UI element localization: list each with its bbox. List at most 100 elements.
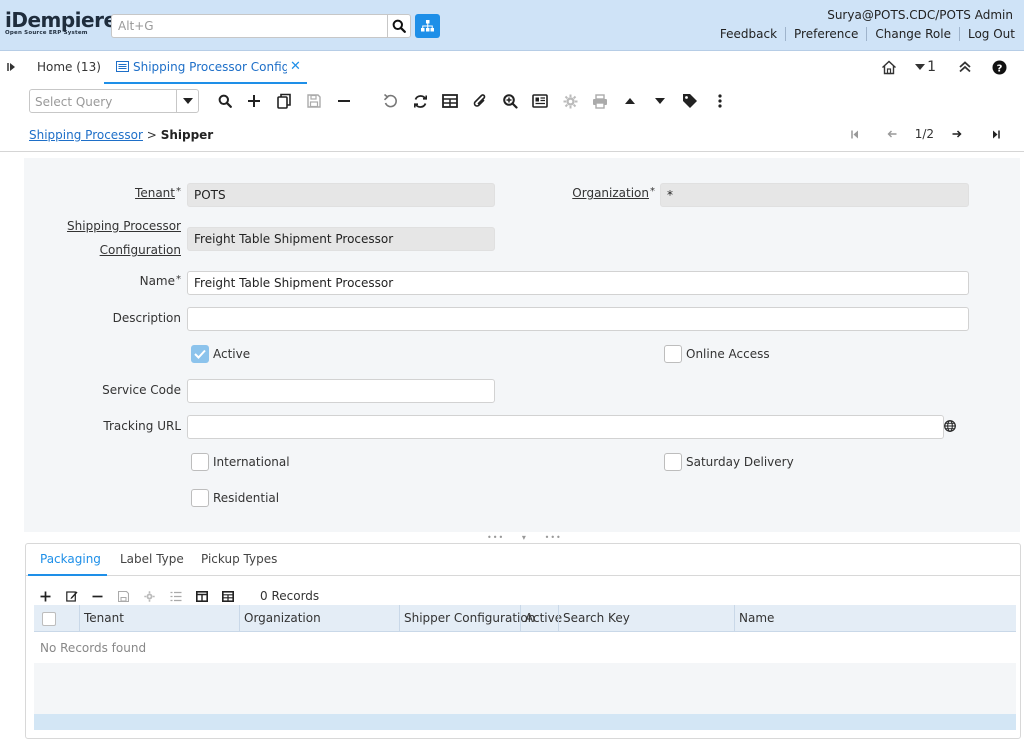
organization-label: Organization*: [572, 186, 655, 200]
sitemap-button[interactable]: [415, 14, 440, 38]
description-field[interactable]: [187, 307, 969, 331]
zoom-in-icon: [502, 93, 518, 109]
search-button[interactable]: [387, 14, 411, 38]
tag-button[interactable]: [680, 91, 700, 111]
previous-record-nav-button[interactable]: [887, 130, 897, 138]
open-url-button[interactable]: [944, 420, 958, 434]
online-access-checkbox[interactable]: [664, 345, 682, 363]
print-button[interactable]: [590, 91, 610, 111]
global-search-input[interactable]: Alt+G: [111, 14, 387, 38]
table-icon: [222, 590, 234, 602]
undo-button[interactable]: [380, 91, 400, 111]
tab-label-type[interactable]: Label Type: [120, 552, 184, 566]
tenant-field[interactable]: POTS: [187, 183, 495, 207]
attachment-button[interactable]: [470, 91, 490, 111]
detail-save-button[interactable]: [118, 590, 144, 602]
plus-icon: [248, 95, 260, 107]
logout-link[interactable]: Log Out: [958, 27, 1015, 41]
column-organization[interactable]: Organization: [239, 605, 399, 632]
process-button[interactable]: [560, 91, 580, 111]
plus-icon: [40, 591, 51, 601]
next-record-nav-button[interactable]: [952, 130, 962, 138]
delete-button[interactable]: [334, 91, 354, 111]
saturday-delivery-label: Saturday Delivery: [686, 455, 794, 469]
breadcrumb-parent-link[interactable]: Shipping Processor: [29, 128, 143, 142]
new-record-button[interactable]: [244, 91, 264, 111]
refresh-button[interactable]: [410, 91, 430, 111]
home-button[interactable]: [881, 60, 897, 75]
expand-west-panel-button[interactable]: [7, 61, 17, 73]
minus-icon: [92, 595, 103, 597]
columns-icon: [196, 590, 208, 602]
previous-record-button[interactable]: [620, 91, 640, 111]
feedback-link[interactable]: Feedback: [712, 27, 785, 41]
tab-home[interactable]: Home (13): [37, 60, 101, 74]
last-record-button[interactable]: [992, 130, 1000, 139]
grid-empty-area: [34, 663, 1016, 714]
change-role-link[interactable]: Change Role: [866, 27, 959, 41]
svg-text:?: ?: [997, 63, 1003, 74]
select-all-checkbox[interactable]: [42, 612, 56, 626]
next-record-button[interactable]: [650, 91, 670, 111]
user-info: Surya@POTS.CDC/POTS Admin: [827, 8, 1013, 22]
find-button[interactable]: [215, 91, 235, 111]
window-icon: [116, 61, 129, 72]
pane-splitter[interactable]: ••• ▾ •••: [487, 533, 562, 542]
name-field[interactable]: Freight Table Shipment Processor: [187, 271, 969, 295]
record-form: [24, 158, 1020, 532]
column-tenant[interactable]: Tenant: [79, 605, 239, 632]
column-active[interactable]: Active: [520, 605, 562, 632]
residential-checkbox[interactable]: [191, 489, 209, 507]
column-search-key[interactable]: Search Key: [558, 605, 734, 632]
more-actions-button[interactable]: [710, 91, 730, 111]
active-checkbox[interactable]: [191, 345, 209, 363]
arrow-right-icon: [952, 130, 962, 138]
detail-toggle-form-button[interactable]: [196, 590, 222, 602]
collapse-header-button[interactable]: [958, 61, 972, 73]
tab-shipping-processor[interactable]: Shipping Processor Configur... ✕: [104, 51, 307, 84]
grid-toggle-button[interactable]: [440, 91, 460, 111]
shipping-processor-config-field[interactable]: Freight Table Shipment Processor: [187, 227, 495, 251]
detail-edit-button[interactable]: [66, 590, 92, 602]
copy-record-button[interactable]: [274, 91, 294, 111]
first-record-icon: [850, 130, 858, 138]
arrow-left-icon: [887, 130, 897, 138]
close-tab-icon[interactable]: ✕: [290, 59, 301, 74]
detail-delete-button[interactable]: [92, 595, 118, 598]
save-icon: [307, 94, 321, 108]
detail-grid-button[interactable]: [222, 590, 248, 602]
window-counter-dropdown[interactable]: 1: [915, 59, 936, 75]
report-button[interactable]: [530, 91, 550, 111]
detail-new-button[interactable]: [40, 591, 66, 602]
name-label: Name*: [139, 274, 181, 288]
detail-pane: Packaging Label Type Pickup Types 0 Reco…: [25, 543, 1021, 739]
tab-pickup-types[interactable]: Pickup Types: [201, 552, 277, 566]
column-name[interactable]: Name: [734, 605, 1016, 632]
caret-down-icon: [655, 98, 665, 104]
description-label: Description: [112, 311, 181, 325]
detail-customize-button[interactable]: [170, 591, 196, 602]
idempiere-logo[interactable]: iDempiere Open Source ERP System: [5, 10, 117, 42]
kebab-menu-icon: [718, 94, 722, 108]
select-query-toggle[interactable]: [176, 90, 198, 112]
refresh-icon: [413, 94, 427, 108]
service-code-field[interactable]: [187, 379, 495, 403]
saturday-delivery-checkbox[interactable]: [664, 453, 682, 471]
organization-field[interactable]: *: [660, 183, 969, 207]
tab-packaging[interactable]: Packaging: [40, 552, 101, 566]
zoom-across-button[interactable]: [500, 91, 520, 111]
help-icon: ?: [992, 60, 1007, 74]
window-tab-bar: Home (13) Shipping Processor Configur...…: [0, 51, 1024, 84]
shipping-processor-config-label-line2: Configuration: [99, 243, 181, 257]
detail-process-button[interactable]: [144, 590, 170, 602]
first-record-button[interactable]: [850, 130, 859, 139]
international-checkbox[interactable]: [191, 453, 209, 471]
preference-link[interactable]: Preference: [785, 27, 866, 41]
detail-toolbar: [40, 587, 248, 605]
save-button[interactable]: [304, 91, 324, 111]
report-icon: [532, 94, 548, 108]
select-query-dropdown[interactable]: Select Query: [29, 89, 199, 113]
help-button[interactable]: ?: [992, 60, 1007, 75]
tracking-url-field[interactable]: [187, 415, 944, 439]
column-shipper-configuration[interactable]: Shipper Configuration: [399, 605, 535, 632]
